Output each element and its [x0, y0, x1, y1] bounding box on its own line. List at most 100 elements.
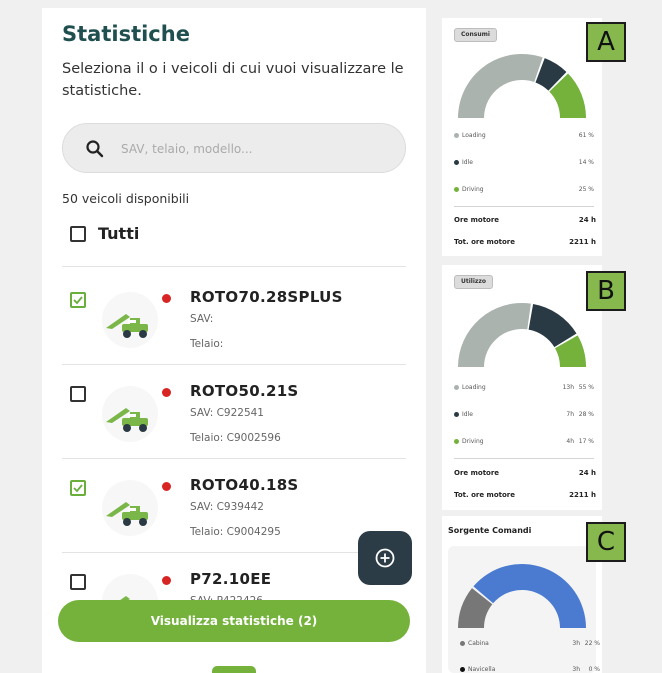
page-subtitle: Seleziona il o i veicoli di cui vuoi vis… — [62, 61, 404, 99]
status-dot — [162, 388, 171, 397]
legend-hours: 3h — [572, 640, 580, 647]
search-input[interactable] — [121, 138, 391, 160]
summary-label: Ore motore — [454, 216, 500, 224]
legend-hours: 7h — [566, 411, 574, 418]
legend-row: Idle 7h 28 % — [454, 409, 594, 421]
legend-label: Driving — [462, 186, 484, 193]
status-dot — [162, 294, 171, 303]
vehicle-checkbox[interactable] — [70, 574, 86, 590]
stats-card-sorgente-comandi: Sorgente Comandi Cabina 3h 22 % Navicella 3h… — [442, 516, 602, 673]
telehandler-icon — [102, 292, 158, 348]
vehicle-list-item[interactable]: ROTO50.21S SAV: C922541 Telaio: C9002596 — [62, 372, 406, 464]
vehicle-checkbox[interactable] — [70, 292, 86, 308]
stats-card-utilizzo: Utilizzo Loading 13h 55 % Idle 7h 28 % Driving… — [442, 265, 602, 510]
view-statistics-button[interactable]: Visualizza statistiche (2) — [58, 600, 410, 642]
legend-percent: 25 % — [578, 186, 594, 193]
telehandler-icon — [102, 480, 158, 536]
annotation-letter-c: C — [586, 522, 626, 562]
legend-row: Navicella 3h 0 % — [460, 664, 600, 673]
chart-container: Cabina 3h 22 % Navicella 3h 0 % — [448, 546, 600, 673]
available-count: 50 veicoli disponibili — [62, 191, 190, 206]
select-all-label: Tutti — [98, 224, 140, 243]
vehicle-selection-panel: Statistiche Seleziona il o i veicoli di … — [42, 8, 426, 673]
vehicle-list-item[interactable]: ROTO70.28SPLUS SAV: Telaio: — [62, 278, 406, 370]
legend-hours: 3h — [572, 666, 580, 673]
legend-label: Loading — [462, 132, 486, 139]
summary-row: Ore motore 24 h — [454, 215, 596, 227]
vehicle-name: ROTO50.21S — [190, 382, 299, 400]
summary-value: 2211 h — [569, 491, 596, 499]
legend-label: Navicella — [468, 666, 496, 673]
legend-percent: 0 % — [588, 666, 600, 673]
status-dot — [162, 482, 171, 491]
summary-row: Tot. ore motore 2211 h — [454, 490, 596, 502]
divider — [62, 458, 406, 459]
card-title: Sorgente Comandi — [448, 526, 532, 535]
legend-row: Idle 14 % — [454, 157, 594, 169]
search-icon — [86, 140, 104, 158]
annotation-letter-a: A — [586, 22, 626, 62]
summary-label: Ore motore — [454, 469, 500, 477]
legend-row: Driving 25 % — [454, 184, 594, 196]
vehicle-name: P72.10EE — [190, 570, 272, 588]
select-all-row[interactable]: Tutti — [70, 224, 139, 243]
summary-value: 2211 h — [569, 238, 596, 246]
legend-dot — [460, 641, 465, 646]
vehicle-checkbox[interactable] — [70, 386, 86, 402]
divider — [454, 206, 594, 207]
vehicle-telaio: Telaio: C9002596 — [190, 432, 281, 444]
legend-row: Loading 61 % — [454, 130, 594, 142]
vehicle-telaio: Telaio: — [190, 338, 224, 350]
summary-row: Tot. ore motore 2211 h — [454, 237, 596, 249]
legend-percent: 22 % — [584, 640, 600, 647]
vehicle-checkbox[interactable] — [70, 480, 86, 496]
legend-dot — [454, 187, 459, 192]
vehicle-sav: SAV: C922541 — [190, 407, 264, 419]
card-label-pill: Utilizzo — [454, 275, 494, 289]
legend-row: Driving 4h 17 % — [454, 436, 594, 448]
legend-row: Cabina 3h 22 % — [460, 638, 600, 650]
summary-value: 24 h — [578, 469, 596, 477]
gauge-segment — [473, 564, 586, 628]
divider — [62, 266, 406, 267]
gauge-chart — [458, 53, 586, 118]
status-dot — [162, 576, 171, 585]
card-label-pill: Consumi — [454, 28, 497, 42]
summary-value: 24 h — [578, 216, 596, 224]
legend-dot — [460, 667, 465, 672]
vehicle-sav: SAV: — [190, 313, 214, 325]
check-icon — [73, 296, 83, 305]
legend-label: Idle — [462, 411, 473, 418]
add-floating-button[interactable] — [358, 531, 412, 585]
legend-row: Loading 13h 55 % — [454, 382, 594, 394]
vehicle-name: ROTO40.18S — [190, 476, 299, 494]
legend-percent: 55 % — [578, 384, 594, 391]
legend-label: Loading — [462, 384, 486, 391]
legend-percent: 14 % — [578, 159, 594, 166]
legend-label: Idle — [462, 159, 473, 166]
legend-percent: 17 % — [578, 438, 594, 445]
legend-dot — [454, 133, 459, 138]
legend-label: Cabina — [468, 640, 489, 647]
legend-dot — [454, 160, 459, 165]
screen: Statistiche Seleziona il o i veicoli di … — [0, 0, 662, 673]
legend-label: Driving — [462, 438, 484, 445]
legend-dot — [454, 385, 459, 390]
divider — [454, 458, 594, 459]
bottom-nav-indicator — [212, 666, 256, 673]
divider — [62, 552, 406, 553]
legend-percent: 61 % — [578, 132, 594, 139]
vehicle-telaio: Telaio: C9004295 — [190, 526, 281, 538]
divider — [62, 364, 406, 365]
vehicle-list-item[interactable]: ROTO40.18S SAV: C939442 Telaio: C9004295 — [62, 466, 406, 558]
search-bar[interactable] — [62, 123, 406, 173]
select-all-checkbox[interactable] — [70, 225, 86, 242]
telehandler-icon — [102, 386, 158, 442]
plus-circle-icon — [375, 548, 395, 568]
legend-percent: 28 % — [578, 411, 594, 418]
gauge-chart — [458, 303, 586, 367]
stats-card-consumi: Consumi Loading 61 % Idle 14 % Driving 25 % O… — [442, 18, 602, 256]
gauge-segment — [458, 53, 543, 118]
vehicle-sav: SAV: C939442 — [190, 501, 264, 513]
page-title: Statistiche — [62, 22, 190, 46]
